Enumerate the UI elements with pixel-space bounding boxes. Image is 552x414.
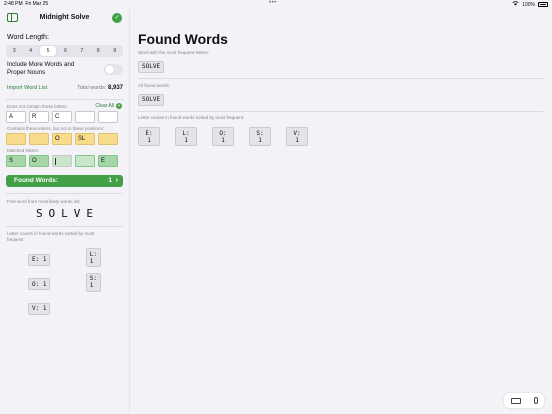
multitask-dots-icon[interactable]: ••• [269, 0, 277, 6]
matched-letters: S O E [0, 153, 129, 169]
letter-count-chip: L: 1 [85, 248, 101, 267]
all-words-section: All found words: SOLVE [138, 83, 543, 112]
app-title: Midnight Solve [39, 14, 90, 21]
main-panel: Found Words Word with the most frequent … [130, 9, 552, 414]
status-time: 2:48 PM Fri Mar 25 [4, 1, 49, 7]
divider [138, 78, 543, 79]
word-length-picker[interactable]: 3 4 5 6 7 8 9 [6, 45, 123, 57]
found-words-count: 1 [108, 177, 112, 184]
letter-count-chip: S: 1 [249, 127, 271, 146]
misplaced-letters: O SL [0, 131, 129, 147]
status-bar: 2:48 PM Fri Mar 25 ••• 100% [0, 0, 552, 9]
status-check-icon[interactable]: ✓ [112, 13, 122, 23]
main-counts-label: Letter counts in found words sorted by m… [138, 115, 245, 120]
battery-icon [538, 2, 548, 7]
letter-count-chip: V: 1 [286, 127, 308, 146]
excluded-field[interactable]: R [29, 111, 49, 123]
first-word: SOLVE [35, 207, 100, 220]
length-option[interactable]: 6 [57, 45, 73, 57]
page-title: Found Words [138, 31, 228, 47]
letter-counts: E: 1 L: 1 O: 1 S: 1 V: 1 [0, 243, 129, 315]
main-letter-counts: E: 1 L: 1 O: 1 S: 1 V: 1 [138, 123, 543, 146]
length-option[interactable]: 8 [90, 45, 106, 57]
letter-count-chip: V: 1 [28, 302, 51, 315]
letter-count-chip: E: 1 [138, 127, 160, 146]
misplaced-field[interactable] [29, 133, 49, 145]
length-option[interactable]: 9 [107, 45, 123, 57]
letter-count-chip: E: 1 [28, 253, 51, 266]
excluded-letters: A R C [0, 109, 129, 125]
more-words-toggle[interactable] [104, 64, 123, 75]
misplaced-field[interactable]: O [52, 133, 72, 145]
freq-section: Word with the most frequent letters: SOL… [138, 50, 543, 79]
import-row: Import Word List Total words: 8,937 [0, 85, 129, 95]
battery-percent: 100% [522, 1, 535, 8]
plus-icon[interactable]: + [116, 103, 122, 109]
first-word-label: First word from most likely words list: [7, 199, 81, 204]
freq-label: Word with the most frequent letters: [138, 50, 209, 55]
sidebar: Midnight Solve ✓ Word Length: 3 4 5 6 7 … [0, 9, 130, 414]
divider [138, 111, 543, 112]
length-option[interactable]: 7 [74, 45, 90, 57]
excluded-field[interactable] [75, 111, 95, 123]
letter-count-chip: O: 1 [28, 278, 51, 290]
excluded-label: Does not contain these letters: Clear Al… [7, 103, 122, 109]
divider [6, 226, 123, 227]
clear-all-button[interactable]: Clear All + [95, 103, 122, 109]
divider [6, 193, 123, 194]
all-words-label: All found words: [138, 83, 171, 88]
total-words: Total words: 8,937 [77, 85, 123, 91]
excluded-field[interactable] [98, 111, 118, 123]
found-word-chip[interactable]: SOLVE [138, 93, 165, 106]
chevron-right-icon: › [115, 176, 118, 184]
length-option[interactable]: 3 [6, 45, 22, 57]
excluded-field[interactable]: A [6, 111, 26, 123]
matched-label: Matched letters: [7, 148, 40, 153]
sidebar-header: Midnight Solve ✓ [0, 9, 129, 27]
letter-count-chip: L: 1 [175, 127, 197, 146]
word-length-label: Word Length: [7, 34, 49, 41]
freq-word-chip: SOLVE [138, 60, 165, 73]
keyboard-icon[interactable] [510, 397, 521, 404]
mic-icon[interactable] [533, 397, 538, 404]
more-words-label: Include More Words and Proper Nouns [7, 61, 75, 76]
keyboard-accessory [504, 393, 544, 408]
found-words-button[interactable]: Found Words: 1 › [6, 175, 123, 187]
more-words-row: Include More Words and Proper Nouns [0, 61, 129, 85]
misplaced-field[interactable] [98, 133, 118, 145]
matched-field[interactable]: O [29, 155, 49, 167]
counts-label: Letter counts in found words sorted by m… [7, 231, 95, 242]
excluded-field[interactable]: C [52, 111, 72, 123]
status-right: 100% [512, 1, 548, 8]
import-word-list-link[interactable]: Import Word List [7, 85, 47, 91]
matched-field-active[interactable] [52, 155, 72, 167]
counts-section: Letter counts in found words sorted by m… [138, 115, 543, 146]
misplaced-field[interactable]: SL [75, 133, 95, 145]
misplaced-field[interactable] [6, 133, 26, 145]
divider [6, 99, 123, 100]
length-option-selected[interactable]: 5 [39, 46, 57, 56]
letter-count-chip: S: 1 [85, 272, 101, 292]
matched-field[interactable] [75, 155, 95, 167]
length-option[interactable]: 4 [22, 45, 38, 57]
wifi-icon [512, 1, 519, 8]
matched-field[interactable]: E [98, 155, 118, 167]
misplaced-label: Contains these letters, but not in these… [7, 126, 105, 131]
letter-count-chip: O: 1 [212, 127, 234, 146]
found-words-label: Found Words: [14, 177, 58, 184]
matched-field[interactable]: S [6, 155, 26, 167]
